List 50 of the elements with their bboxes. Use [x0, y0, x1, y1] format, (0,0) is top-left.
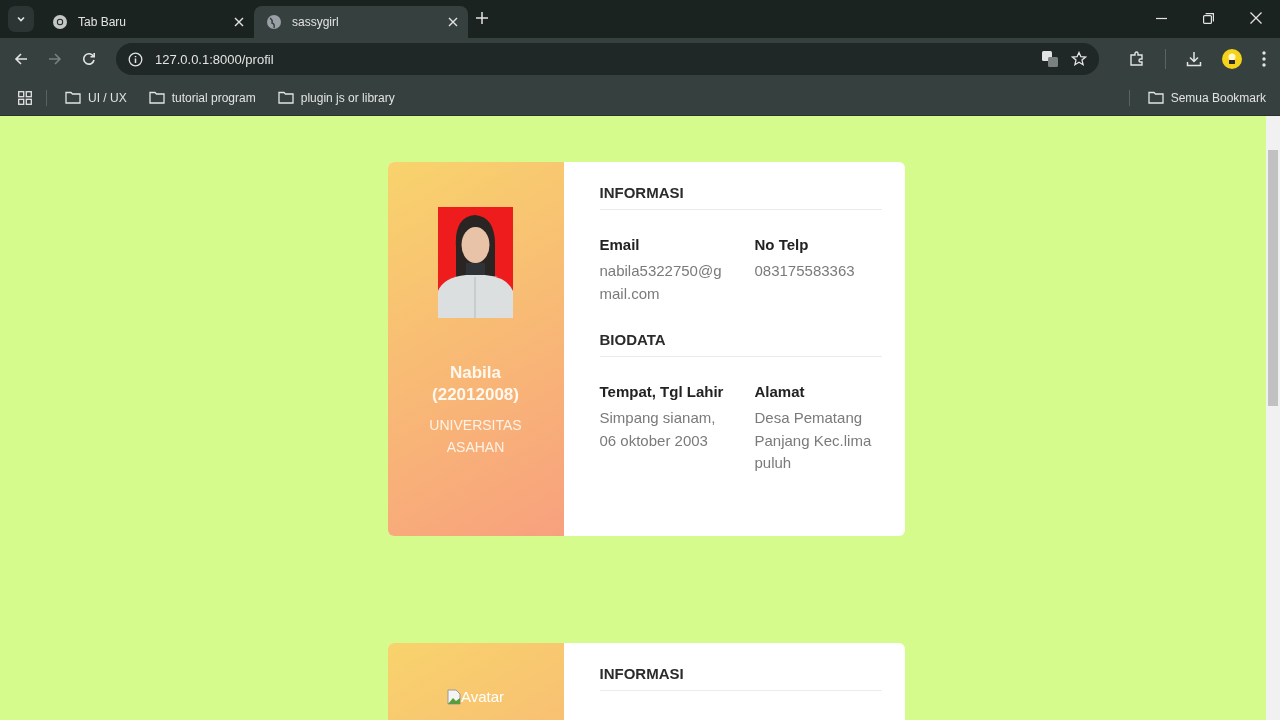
field-label: No Telp	[754, 236, 810, 253]
menu-icon[interactable]	[1262, 51, 1266, 67]
globe-icon	[266, 14, 282, 30]
close-icon[interactable]	[234, 17, 244, 27]
url-text: 127.0.0.1:8000/profil	[155, 51, 274, 67]
apps-icon[interactable]	[18, 90, 32, 105]
field-label: Email	[599, 236, 641, 253]
broken-image-icon	[446, 689, 461, 705]
bookmark-folder[interactable]: plugin js or library	[273, 88, 399, 107]
new-tab-icon[interactable]	[476, 12, 488, 24]
field-label: Alamat	[754, 383, 806, 400]
download-icon[interactable]	[1186, 51, 1202, 67]
restore-icon[interactable]	[1203, 13, 1214, 24]
broken-image: Avatar	[446, 688, 505, 705]
profile-name: Nabila (22012008)	[431, 362, 520, 406]
avatar-icon[interactable]	[1222, 49, 1242, 69]
browser-tab[interactable]: sassygirl	[254, 6, 468, 38]
tab-search-button[interactable]	[8, 6, 34, 32]
university-name: UNIVERSITAS ASAHAN	[428, 416, 523, 457]
folder-icon	[65, 91, 81, 104]
reload-icon[interactable]	[82, 52, 96, 66]
folder-icon	[277, 91, 294, 104]
puzzle-icon[interactable]	[1129, 51, 1145, 67]
translate-icon[interactable]	[1041, 50, 1059, 68]
close-icon[interactable]	[1250, 12, 1262, 24]
tab-title: Tab Baru	[78, 15, 128, 29]
info-icon[interactable]	[128, 51, 143, 67]
field-label: Tempat, Tgl Lahir	[599, 383, 725, 400]
all-bookmarks-button[interactable]: Semua Bookmark	[1143, 88, 1270, 107]
field-value: Simpang sianam, 06 oktober 2003	[599, 408, 717, 451]
caret-icon	[16, 14, 26, 24]
bookmark-folder[interactable]: UI / UX	[61, 88, 131, 107]
section-heading: INFORMASI	[599, 665, 882, 691]
section-heading: BIODATA	[599, 331, 882, 357]
tab-title: sassygirl	[292, 15, 340, 29]
scrollbar-thumb[interactable]	[1268, 150, 1278, 406]
folder-icon	[148, 91, 165, 104]
address-bar[interactable]: 127.0.0.1:8000/profil	[116, 43, 1099, 75]
back-icon[interactable]	[14, 52, 28, 66]
bookmark-folder[interactable]: tutorial program	[144, 88, 260, 107]
star-icon[interactable]	[1071, 51, 1087, 67]
field-value: Desa Pematang Panjang Kec.lima puluh	[754, 408, 873, 473]
folder-icon	[1147, 91, 1164, 104]
section-heading: INFORMASI	[599, 184, 882, 210]
field-value: nabila5322750@gmail.com	[599, 261, 722, 304]
browser-tab[interactable]: Tab Baru	[40, 6, 254, 38]
chrome-icon	[52, 14, 68, 30]
field-value: 083175583363	[754, 261, 856, 281]
close-icon[interactable]	[448, 17, 458, 27]
forward-icon[interactable]	[48, 52, 62, 66]
